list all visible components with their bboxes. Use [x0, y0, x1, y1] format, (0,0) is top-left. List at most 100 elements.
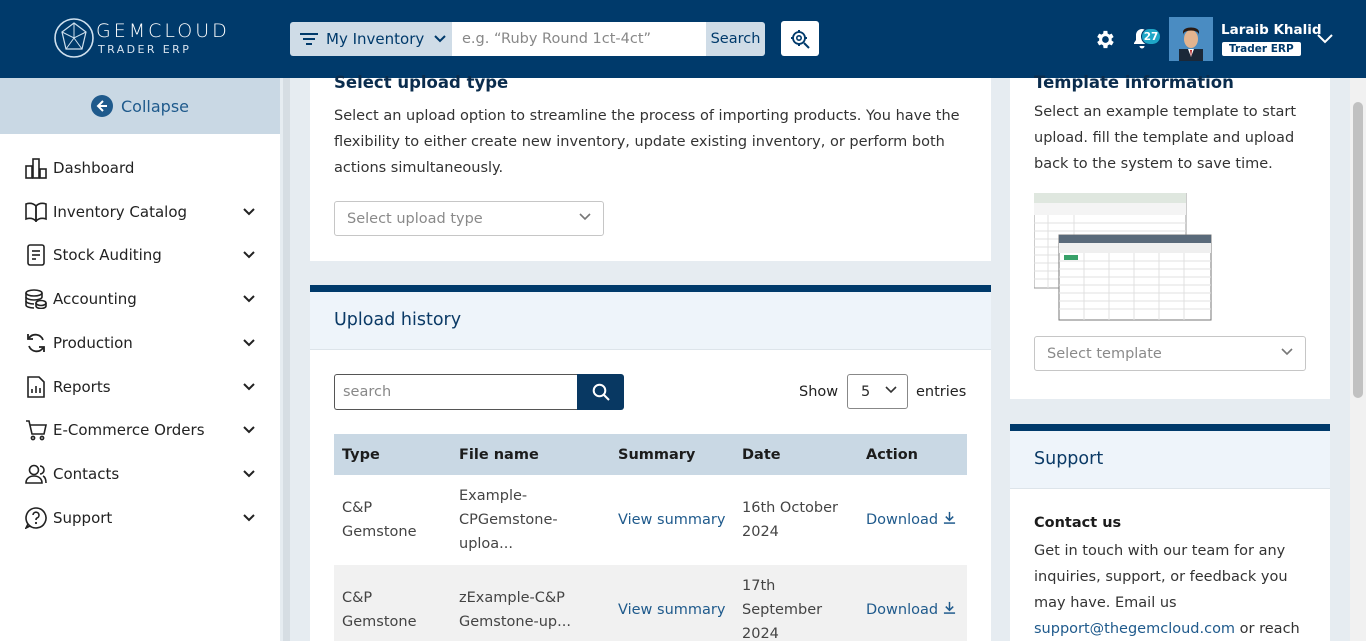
- top-navbar: GEMCLOUD TRADER ERP My Inventory Search …: [0, 0, 1366, 78]
- template-select-value: Select template: [1047, 345, 1162, 362]
- sidebar-item-label: Reports: [53, 378, 111, 396]
- chevron-down-icon: [1281, 348, 1293, 356]
- download-icon: [943, 511, 955, 524]
- book-icon: [24, 200, 48, 224]
- sidebar-item-ecommerce-orders[interactable]: E-Commerce Orders: [24, 416, 256, 444]
- download-icon: [943, 601, 955, 614]
- download-link[interactable]: Download: [866, 601, 956, 618]
- cell-date: 17th September 2024: [734, 565, 858, 641]
- upload-type-select[interactable]: Select upload type: [334, 201, 604, 236]
- cell-type: C&P Gemstone: [334, 475, 451, 565]
- settings-config-button[interactable]: [781, 21, 819, 56]
- column-header-action[interactable]: Action: [858, 434, 967, 475]
- column-header-type[interactable]: Type: [334, 434, 451, 475]
- brand-subtitle: TRADER ERP: [98, 43, 192, 56]
- sidebar-item-label: E-Commerce Orders: [53, 421, 205, 439]
- contact-us-description: Get in touch with our team for any inqui…: [1034, 543, 1288, 611]
- user-role-badge: Trader ERP: [1222, 42, 1301, 56]
- gem-logo-icon: [54, 18, 94, 58]
- inventory-filter-label: My Inventory: [326, 30, 425, 48]
- download-link[interactable]: Download: [866, 511, 956, 528]
- global-search-group: My Inventory Search: [290, 22, 765, 56]
- sidebar-item-support[interactable]: Support: [24, 504, 256, 532]
- template-info-card: Template information Select an example t…: [1010, 73, 1330, 399]
- notification-badge: 27: [1141, 28, 1161, 45]
- page-scrollbar[interactable]: [1350, 78, 1366, 641]
- upload-history-header: Upload history: [310, 292, 991, 350]
- cell-file-name: zExample-C&P Gemstone-up...: [451, 565, 610, 641]
- table-header-row: Type File name Summary Date Action: [334, 434, 967, 475]
- global-search-input[interactable]: [452, 22, 706, 56]
- arrow-left-circle-icon: [91, 95, 113, 117]
- gear-icon[interactable]: [1093, 28, 1116, 51]
- upload-history-table: Type File name Summary Date Action C&P G…: [334, 434, 967, 641]
- gemcloud-logo[interactable]: GEMCLOUD TRADER ERP: [52, 14, 242, 64]
- user-name: Laraib Khalid: [1221, 22, 1322, 38]
- chevron-down-icon: [243, 383, 255, 391]
- sidebar-item-label: Inventory Catalog: [53, 203, 188, 221]
- filter-icon: [300, 33, 318, 45]
- upload-type-select-value: Select upload type: [347, 210, 483, 227]
- contact-us-tail: or reach: [1239, 621, 1300, 637]
- report-icon: [24, 375, 48, 399]
- view-summary-link[interactable]: View summary: [618, 602, 725, 618]
- sidebar-item-stock-auditing[interactable]: Stock Auditing: [24, 241, 256, 269]
- dashboard-icon: [24, 156, 48, 180]
- cell-file-name: Example-CPGemstone-uploa...: [451, 475, 610, 565]
- download-label: Download: [866, 512, 939, 528]
- sidebar-item-accounting[interactable]: Accounting: [24, 285, 256, 313]
- cell-type: C&P Gemstone: [334, 565, 451, 641]
- sidebar-item-label: Support: [53, 509, 113, 527]
- chevron-down-icon: [243, 470, 255, 478]
- sidebar-item-dashboard[interactable]: Dashboard: [24, 154, 256, 182]
- sidebar-item-label: Stock Auditing: [53, 246, 162, 264]
- chevron-down-icon: [243, 295, 255, 303]
- entries-label: entries: [916, 384, 967, 400]
- scrollbar-thumb[interactable]: [1353, 102, 1363, 398]
- sidebar-item-production[interactable]: Production: [24, 329, 256, 357]
- entries-per-page-select[interactable]: 5: [847, 374, 908, 409]
- inventory-filter-dropdown[interactable]: My Inventory: [290, 22, 452, 56]
- column-header-date[interactable]: Date: [734, 434, 858, 475]
- search-icon: [592, 383, 610, 401]
- contact-us-title: Contact us: [1034, 515, 1122, 531]
- refresh-icon: [24, 331, 48, 355]
- chevron-down-icon: [243, 339, 255, 347]
- upload-history-title: Upload history: [334, 310, 462, 330]
- chevron-down-icon: [243, 426, 255, 434]
- upload-history-card: Upload history Show 5 entries Type File …: [310, 285, 991, 641]
- history-search-input[interactable]: [334, 374, 578, 410]
- upload-type-card: Select upload type Select an upload opti…: [310, 73, 991, 261]
- download-label: Download: [866, 602, 939, 618]
- sidebar-item-label: Accounting: [53, 290, 137, 308]
- collapse-button[interactable]: Collapse: [0, 78, 280, 134]
- support-header: Support: [1010, 431, 1330, 489]
- support-card: Support Contact us Get in touch with our…: [1010, 424, 1330, 641]
- sidebar-item-contacts[interactable]: Contacts: [24, 460, 256, 488]
- coins-icon: [24, 287, 48, 311]
- user-avatar[interactable]: [1169, 17, 1213, 61]
- gear-search-icon: [791, 29, 810, 49]
- user-avatar-icon: [1169, 17, 1213, 61]
- upload-type-description: Select an upload option to streamline th…: [334, 108, 960, 176]
- template-info-title: Template information: [1034, 73, 1234, 92]
- sidebar-item-inventory-catalog[interactable]: Inventory Catalog: [24, 198, 256, 226]
- support-email-link[interactable]: support@thegemcloud.com: [1034, 621, 1235, 637]
- view-summary-link[interactable]: View summary: [618, 512, 725, 528]
- help-icon: [24, 506, 48, 530]
- template-select[interactable]: Select template: [1034, 336, 1306, 371]
- entries-per-page-value: 5: [861, 383, 871, 400]
- sidebar-item-reports[interactable]: Reports: [24, 373, 256, 401]
- global-search-button[interactable]: Search: [706, 22, 765, 56]
- column-header-file-name[interactable]: File name: [451, 434, 610, 475]
- contact-us-text: Get in touch with our team for any inqui…: [1034, 538, 1316, 641]
- collapse-label: Collapse: [121, 96, 189, 116]
- chevron-down-icon: [579, 213, 591, 221]
- sidebar: Collapse Dashboard Inventory Catalog Sto…: [0, 78, 280, 641]
- table-row: C&P Gemstone zExample-C&P Gemstone-up...…: [334, 565, 967, 641]
- chevron-down-icon[interactable]: [1317, 34, 1333, 44]
- sidebar-resize-handle[interactable]: [283, 78, 290, 641]
- column-header-summary[interactable]: Summary: [610, 434, 734, 475]
- chevron-down-icon: [243, 208, 255, 216]
- history-search-button[interactable]: [577, 374, 624, 410]
